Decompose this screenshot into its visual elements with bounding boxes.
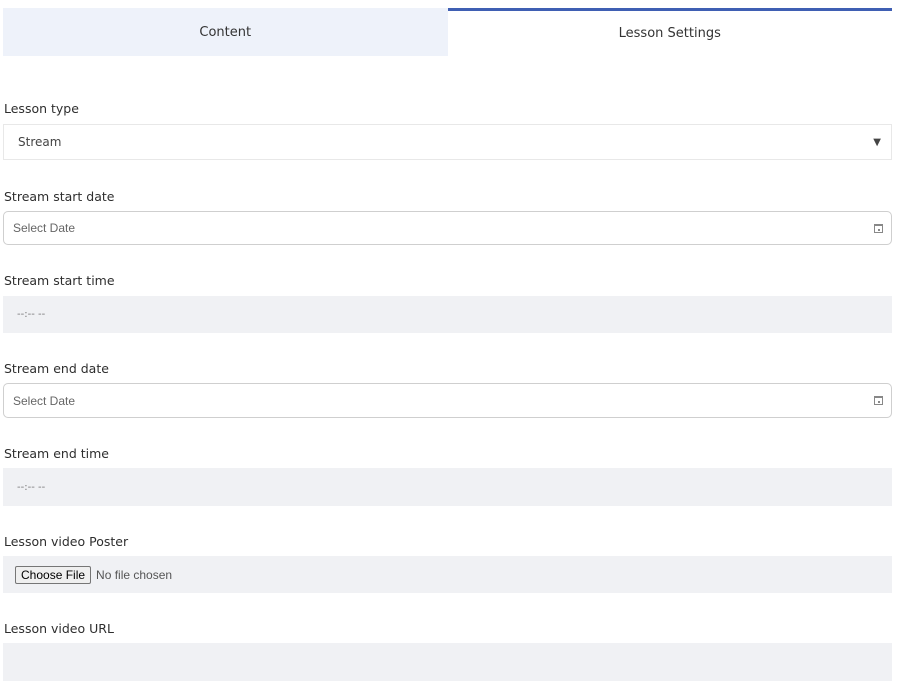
- lesson-video-url-label: Lesson video URL: [4, 621, 114, 636]
- tab-lesson-settings[interactable]: Lesson Settings: [448, 8, 893, 56]
- lesson-type-select[interactable]: Stream ▼: [3, 124, 892, 160]
- lesson-video-poster-input: Choose File No file chosen: [3, 556, 892, 593]
- lesson-type-value: Stream: [18, 135, 61, 149]
- stream-start-date-input[interactable]: Select Date: [3, 211, 892, 245]
- choose-file-button[interactable]: Choose File: [15, 566, 91, 584]
- stream-start-time-label: Stream start time: [4, 273, 115, 288]
- calendar-icon[interactable]: [874, 396, 883, 405]
- tab-content[interactable]: Content: [3, 8, 448, 56]
- lesson-video-poster-label: Lesson video Poster: [4, 534, 128, 549]
- stream-start-time-input[interactable]: --:-- --: [3, 296, 892, 333]
- lesson-video-url-input[interactable]: [3, 643, 892, 681]
- calendar-icon[interactable]: [874, 224, 883, 233]
- stream-start-date-placeholder: Select Date: [13, 221, 75, 235]
- lesson-type-label: Lesson type: [4, 101, 79, 116]
- stream-end-time-label: Stream end time: [4, 446, 109, 461]
- stream-start-time-value: --:-- --: [17, 309, 45, 320]
- tab-bar: Content Lesson Settings: [3, 8, 892, 56]
- stream-start-date-label: Stream start date: [4, 189, 114, 204]
- chevron-down-icon: ▼: [873, 137, 881, 148]
- stream-end-date-placeholder: Select Date: [13, 394, 75, 408]
- stream-end-date-input[interactable]: Select Date: [3, 383, 892, 418]
- file-status: No file chosen: [96, 568, 172, 582]
- stream-end-time-value: --:-- --: [17, 482, 45, 493]
- stream-end-time-input[interactable]: --:-- --: [3, 468, 892, 506]
- stream-end-date-label: Stream end date: [4, 361, 109, 376]
